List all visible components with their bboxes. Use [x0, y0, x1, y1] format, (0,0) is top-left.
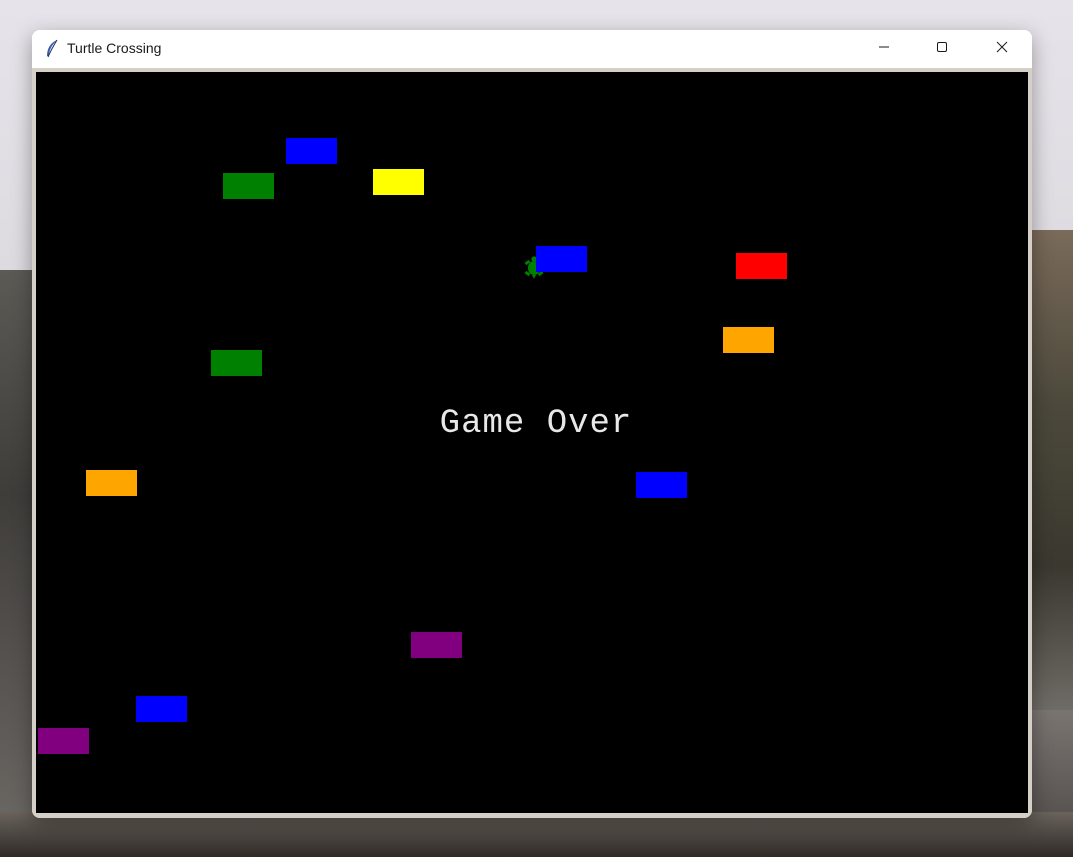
car-10: [411, 632, 462, 658]
car-7: [211, 350, 262, 376]
car-6: [723, 327, 774, 353]
minimize-icon: [878, 40, 890, 58]
minimize-button[interactable]: [855, 30, 913, 68]
app-window: Turtle Crossing Game Over: [32, 30, 1032, 818]
car-1: [286, 138, 337, 164]
car-5: [736, 253, 787, 279]
maximize-icon: [936, 40, 948, 58]
car-8: [86, 470, 137, 496]
close-icon: [996, 40, 1008, 58]
game-over-text: Game Over: [439, 405, 633, 443]
feather-icon: [44, 39, 60, 59]
game-canvas[interactable]: Game Over: [36, 72, 1028, 813]
close-button[interactable]: [973, 30, 1031, 68]
wallpaper-right: [1029, 230, 1073, 710]
car-12: [38, 728, 89, 754]
car-9: [636, 472, 687, 498]
wallpaper-ground: [0, 812, 1073, 857]
car-2: [223, 173, 274, 199]
title-bar[interactable]: Turtle Crossing: [32, 30, 1032, 68]
canvas-frame: Game Over: [32, 68, 1032, 818]
car-3: [373, 169, 424, 195]
car-4: [536, 246, 587, 272]
maximize-button[interactable]: [913, 30, 971, 68]
car-11: [136, 696, 187, 722]
window-title: Turtle Crossing: [67, 40, 162, 56]
